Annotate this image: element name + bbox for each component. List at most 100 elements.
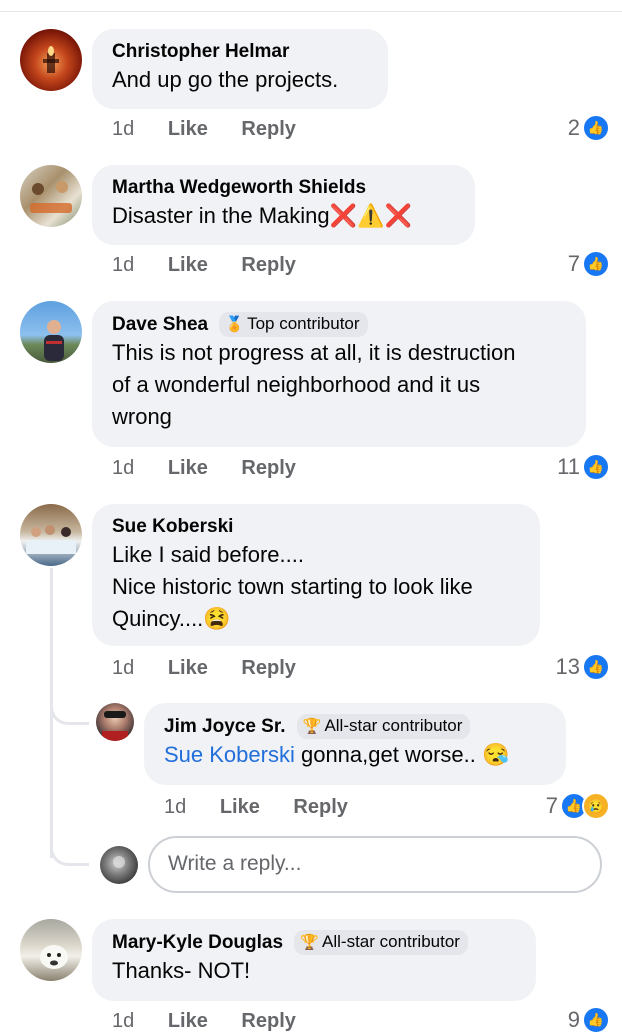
- comment-author[interactable]: Martha Wedgeworth Shields: [112, 176, 455, 200]
- comment-author-row: Jim Joyce Sr. 🏆 All-star contributor: [164, 714, 546, 739]
- like-button[interactable]: Like: [168, 657, 208, 679]
- comment-text: Sue Koberski gonna,get worse.. 😪: [164, 739, 546, 771]
- person-photo-icon: [44, 320, 64, 361]
- reaction-count[interactable]: 7 👍 😢: [546, 792, 610, 820]
- comment-text-line: This is not progress at all, it is destr…: [112, 340, 516, 365]
- comment-actions: 1d Like Reply: [112, 254, 324, 277]
- write-reply-input[interactable]: Write a reply...: [148, 836, 602, 893]
- reaction-number: 9: [567, 1007, 580, 1032]
- comment-actions: 1d Like Reply: [112, 1010, 324, 1033]
- trophy-icon: 🏆: [302, 718, 322, 735]
- person-photo-icon: [113, 856, 125, 868]
- comment-actions: 1d Like Reply: [112, 118, 324, 141]
- group-photo-icon: [30, 181, 72, 213]
- comment-author[interactable]: Jim Joyce Sr.: [164, 716, 285, 737]
- reaction-number: 7: [567, 251, 580, 276]
- comment-bubble: Christopher Helmar And up go the project…: [92, 29, 388, 109]
- avatar[interactable]: [96, 703, 134, 741]
- avatar[interactable]: [20, 504, 82, 566]
- trophy-icon: 🏆: [300, 934, 320, 951]
- comment-text-line: wrong: [112, 404, 172, 429]
- comment-author[interactable]: Dave Shea: [112, 314, 208, 335]
- reply-button[interactable]: Reply: [241, 118, 295, 140]
- avatar[interactable]: [20, 919, 82, 981]
- reply-button[interactable]: Reply: [241, 457, 295, 479]
- like-button[interactable]: Like: [168, 118, 208, 140]
- comment-bubble: Sue Koberski Like I said before.... Nice…: [92, 504, 540, 646]
- reaction-count[interactable]: 7 👍: [568, 250, 610, 278]
- comment-time[interactable]: 1d: [112, 657, 134, 679]
- comment-time[interactable]: 1d: [112, 457, 134, 479]
- comment-author[interactable]: Christopher Helmar: [112, 40, 368, 64]
- comment-text-content: Quincy....: [112, 606, 204, 631]
- thumbs-up-icon: 👍: [582, 114, 610, 142]
- reaction-number: 13: [555, 654, 580, 679]
- avatar[interactable]: [20, 29, 82, 91]
- comment-author[interactable]: Sue Koberski: [112, 515, 520, 539]
- reaction-count[interactable]: 11 👍: [557, 453, 610, 481]
- medal-icon: 🏅: [225, 316, 245, 333]
- reply-button[interactable]: Reply: [293, 796, 347, 818]
- badge-label: All-star contributor: [324, 716, 463, 735]
- thumbs-up-icon: 👍: [582, 250, 610, 278]
- reaction-number: 2: [567, 115, 580, 140]
- comment-time[interactable]: 1d: [112, 254, 134, 276]
- thread-line: [50, 718, 53, 858]
- avatar[interactable]: [20, 301, 82, 363]
- person-photo-icon: [102, 711, 128, 741]
- comment-actions: 1d Like Reply: [112, 457, 324, 480]
- comment-text-line: of a wonderful neighborhood and it us: [112, 372, 481, 397]
- top-divider: [0, 11, 622, 12]
- group-photo-icon: [26, 525, 76, 554]
- comment-bubble: Martha Wedgeworth Shields Disaster in th…: [92, 165, 475, 245]
- reaction-number: 11: [557, 454, 580, 479]
- comment-text-content: gonna,get worse..: [294, 742, 482, 767]
- badge-label: All-star contributor: [322, 932, 460, 951]
- reaction-number: 7: [545, 793, 558, 818]
- comment-text-line: Quincy....😫: [112, 603, 520, 635]
- comment-author-row: Dave Shea 🏅 Top contributor: [112, 312, 566, 337]
- like-button[interactable]: Like: [168, 254, 208, 276]
- thread-line: [50, 568, 53, 718]
- contributor-badge: 🏆 All-star contributor: [294, 930, 468, 955]
- comment-text-line: Nice historic town starting to look like: [112, 574, 473, 599]
- emoji: 😫: [203, 606, 231, 631]
- contributor-badge: 🏆 All-star contributor: [296, 714, 471, 739]
- reply-button[interactable]: Reply: [241, 254, 295, 276]
- like-button[interactable]: Like: [168, 457, 208, 479]
- thumbs-up-icon: 👍: [582, 1006, 610, 1034]
- thumbs-up-icon: 👍: [582, 653, 610, 681]
- thread-hook: [50, 700, 89, 725]
- comment-bubble: Mary-Kyle Douglas 🏆 All-star contributor …: [92, 919, 536, 1001]
- mention-link[interactable]: Sue Koberski: [164, 742, 295, 767]
- comment-actions: 1d Like Reply: [164, 796, 376, 819]
- avatar[interactable]: [20, 165, 82, 227]
- emoji: ❌⚠️❌: [329, 203, 412, 228]
- like-button[interactable]: Like: [168, 1010, 208, 1032]
- comment-bubble: Dave Shea 🏅 Top contributor This is not p…: [92, 301, 586, 447]
- emoji: 😪: [481, 742, 510, 767]
- comment-author[interactable]: Mary-Kyle Douglas: [112, 932, 283, 953]
- reply-button[interactable]: Reply: [241, 1010, 295, 1032]
- comment-text: Disaster in the Making❌⚠️❌: [112, 200, 455, 232]
- sad-face-icon: 😢: [582, 792, 610, 820]
- comment-actions: 1d Like Reply: [112, 657, 324, 680]
- comment-time[interactable]: 1d: [164, 796, 186, 818]
- comment-text-content: Disaster in the Making: [112, 203, 330, 228]
- comment-text: Thanks- NOT!: [112, 958, 251, 983]
- comment-bubble: Jim Joyce Sr. 🏆 All-star contributor Sue …: [144, 703, 566, 785]
- comment-text: And up go the projects.: [112, 67, 339, 92]
- reaction-count[interactable]: 9 👍: [568, 1006, 610, 1034]
- like-button[interactable]: Like: [220, 796, 260, 818]
- reply-button[interactable]: Reply: [241, 657, 295, 679]
- comment-time[interactable]: 1d: [112, 1010, 134, 1032]
- dog-photo-icon: [40, 945, 68, 969]
- thread-hook: [50, 841, 89, 866]
- reaction-count[interactable]: 13 👍: [556, 653, 610, 681]
- contributor-badge: 🏅 Top contributor: [219, 312, 368, 337]
- comment-time[interactable]: 1d: [112, 118, 134, 140]
- reaction-count[interactable]: 2 👍: [568, 114, 610, 142]
- candle-icon: [43, 46, 59, 73]
- comment-text-line: Like I said before....: [112, 542, 304, 567]
- current-user-avatar: [100, 846, 138, 884]
